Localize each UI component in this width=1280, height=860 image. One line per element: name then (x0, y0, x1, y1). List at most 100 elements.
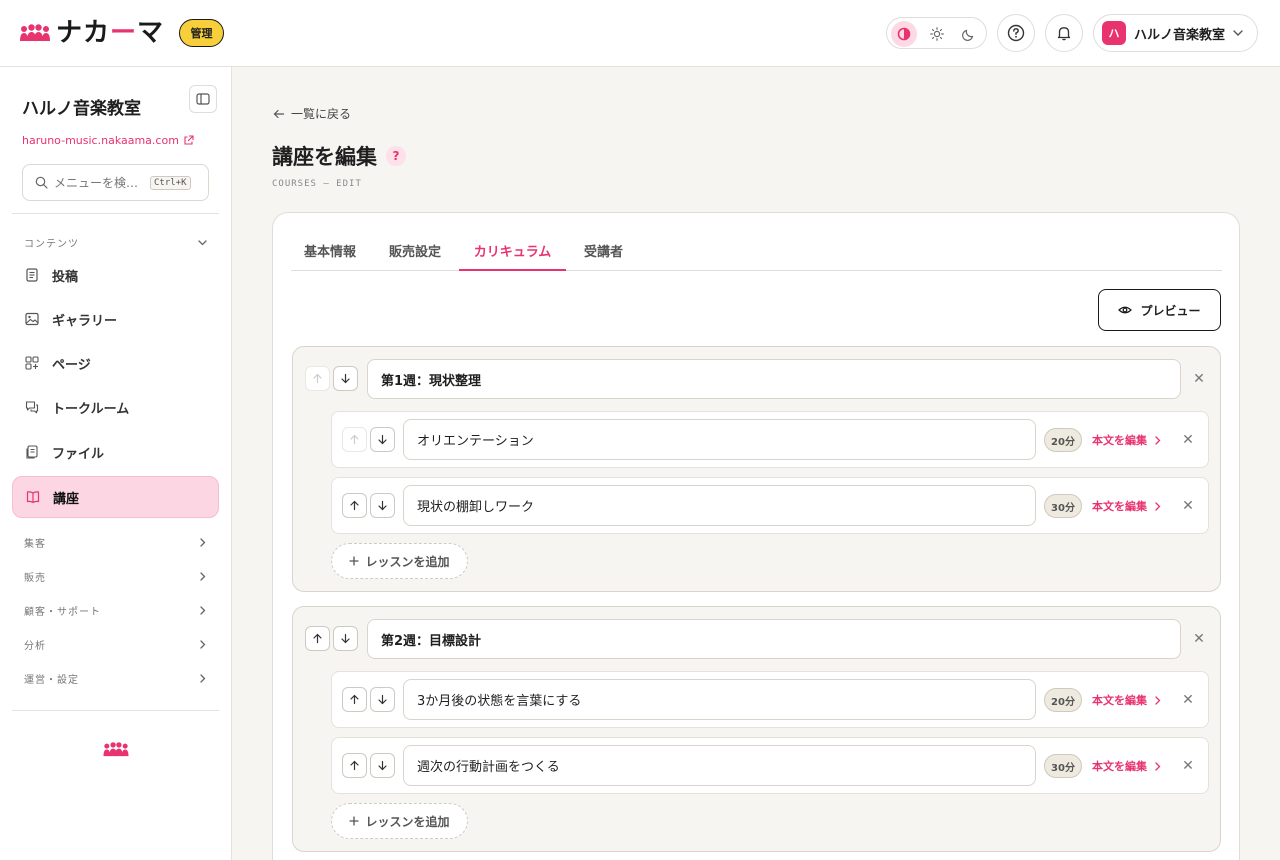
move-lesson-up-button[interactable] (342, 493, 367, 518)
move-lesson-down-button[interactable] (370, 493, 395, 518)
plus-icon (349, 816, 360, 826)
course-editor-card: 基本情報 販売設定 カリキュラム 受講者 プレビュー 第1週：現状整理 ✕ オリ… (272, 212, 1240, 860)
sidebar-item-gallery[interactable]: ギャラリー (12, 298, 219, 340)
moon-icon (962, 29, 974, 41)
move-section-down-button[interactable] (333, 366, 358, 391)
site-url-text: haruno-music.nakaama.com (22, 134, 179, 147)
chevron-right-icon (200, 640, 206, 649)
editor-tabs: 基本情報 販売設定 カリキュラム 受講者 (291, 241, 1222, 271)
delete-section-button[interactable]: ✕ (1192, 371, 1206, 387)
book-icon (26, 491, 40, 504)
chevron-right-icon (1155, 501, 1161, 511)
move-lesson-up-button[interactable] (342, 753, 367, 778)
collapse-sidebar-button[interactable] (189, 85, 217, 113)
account-avatar: ハ (1102, 21, 1126, 45)
tab-curriculum[interactable]: カリキュラム (459, 241, 566, 271)
lesson-row: 3か月後の状態を言葉にする 20分 本文を編集 ✕ (331, 671, 1209, 728)
preview-button[interactable]: プレビュー (1098, 289, 1221, 331)
add-lesson-button[interactable]: レッスンを追加 (331, 543, 468, 579)
section-title-input[interactable]: 第1週：現状整理 (367, 359, 1181, 399)
page-title: 講座を編集 ? (272, 141, 406, 171)
arrow-down-icon (378, 694, 387, 705)
tab-students[interactable]: 受講者 (584, 241, 623, 271)
sidebar-group-customer-support[interactable]: 顧客・サポート (24, 603, 208, 618)
lesson-title-input[interactable]: 現状の棚卸しワーク (403, 485, 1036, 526)
group-label: 運営・設定 (24, 675, 79, 686)
chevron-right-icon (1155, 435, 1161, 445)
lesson-title-input[interactable]: オリエンテーション (403, 419, 1036, 460)
lesson-title-input[interactable]: 週次の行動計画をつくる (403, 745, 1036, 786)
add-lesson-label: レッスンを追加 (365, 554, 450, 569)
sidebar-group-analytics[interactable]: 分析 (24, 637, 208, 652)
chevron-right-icon (1155, 761, 1161, 771)
delete-lesson-button[interactable]: ✕ (1181, 498, 1195, 514)
move-lesson-up-button[interactable] (342, 687, 367, 712)
move-lesson-down-button[interactable] (370, 687, 395, 712)
add-lesson-button[interactable]: レッスンを追加 (331, 803, 468, 839)
theme-light-button[interactable] (924, 21, 950, 47)
arrow-up-icon (350, 500, 359, 511)
site-url-link[interactable]: haruno-music.nakaama.com (22, 134, 194, 147)
app-logo[interactable]: ナカーマ (20, 18, 164, 48)
duration-badge: 20分 (1044, 428, 1082, 452)
sidebar-group-content[interactable]: コンテンツ (24, 235, 208, 250)
sidebar-divider (12, 213, 219, 214)
arrow-left-icon (273, 109, 285, 118)
delete-lesson-button[interactable]: ✕ (1181, 758, 1195, 774)
delete-lesson-button[interactable]: ✕ (1181, 692, 1195, 708)
arrow-up-icon (313, 633, 322, 644)
arrow-up-icon (350, 434, 359, 445)
delete-section-button[interactable]: ✕ (1192, 631, 1206, 647)
sidebar-item-courses[interactable]: 講座 (12, 476, 219, 518)
sidebar-item-label: 講座 (53, 491, 80, 507)
edit-body-button[interactable]: 本文を編集 (1092, 432, 1162, 448)
edit-body-button[interactable]: 本文を編集 (1092, 692, 1162, 708)
add-lesson-label: レッスンを追加 (365, 814, 450, 829)
sidebar-group-sales[interactable]: 販売 (24, 569, 208, 584)
sidebar-group-marketing[interactable]: 集客 (24, 535, 208, 550)
notifications-button[interactable] (1045, 14, 1083, 52)
sidebar-item-label: トークルーム (52, 401, 130, 417)
sidebar-item-pages[interactable]: ページ (12, 342, 219, 384)
move-section-up-button[interactable] (305, 626, 330, 651)
help-button[interactable] (997, 14, 1035, 52)
move-section-up-button[interactable] (305, 366, 330, 391)
eye-icon (1118, 306, 1133, 314)
edit-body-button[interactable]: 本文を編集 (1092, 758, 1162, 774)
top-header: ナカーマ 管理 ハ ハルノ音楽教室 (0, 0, 1280, 67)
theme-auto-button[interactable] (891, 21, 917, 47)
sidebar-item-posts[interactable]: 投稿 (12, 254, 219, 296)
duration-badge: 30分 (1044, 754, 1082, 778)
move-lesson-down-button[interactable] (370, 753, 395, 778)
sidebar-group-operations[interactable]: 運営・設定 (24, 671, 208, 686)
sidebar-item-files[interactable]: ファイル (12, 431, 219, 473)
image-icon (25, 312, 39, 326)
delete-lesson-button[interactable]: ✕ (1181, 432, 1195, 448)
title-help-button[interactable]: ? (386, 146, 406, 166)
duration-badge: 20分 (1044, 688, 1082, 712)
move-section-down-button[interactable] (333, 626, 358, 651)
tab-sales-settings[interactable]: 販売設定 (389, 241, 441, 271)
tab-basic-info[interactable]: 基本情報 (304, 241, 356, 271)
move-lesson-down-button[interactable] (370, 427, 395, 452)
edit-body-label: 本文を編集 (1092, 434, 1147, 447)
people-logo-icon (103, 742, 129, 757)
menu-search[interactable]: Ctrl+K (22, 164, 209, 201)
contrast-icon (897, 27, 911, 41)
arrow-down-icon (341, 633, 350, 644)
lesson-row: 週次の行動計画をつくる 30分 本文を編集 ✕ (331, 737, 1209, 794)
back-to-list-link[interactable]: 一覧に戻る (273, 105, 351, 122)
arrow-up-icon (313, 373, 322, 384)
chevron-right-icon (200, 572, 206, 581)
lesson-title-input[interactable]: 3か月後の状態を言葉にする (403, 679, 1036, 720)
edit-body-button[interactable]: 本文を編集 (1092, 498, 1162, 514)
account-name: ハルノ音楽教室 (1134, 27, 1226, 43)
account-switcher[interactable]: ハ ハルノ音楽教室 (1093, 14, 1258, 52)
section-title-input[interactable]: 第2週：目標設計 (367, 619, 1181, 659)
theme-dark-button[interactable] (956, 21, 982, 47)
search-input[interactable] (54, 175, 148, 190)
sidebar-item-talkroom[interactable]: トークルーム (12, 386, 219, 428)
move-lesson-up-button[interactable] (342, 427, 367, 452)
chevron-right-icon (1155, 695, 1161, 705)
back-label: 一覧に戻る (291, 107, 352, 121)
